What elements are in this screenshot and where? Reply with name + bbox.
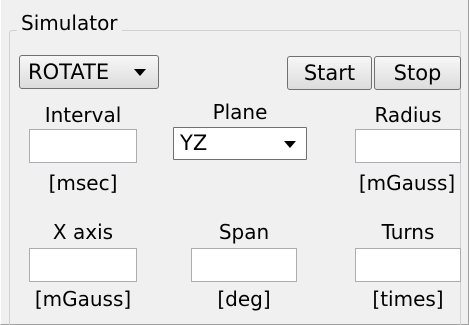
plane-select-value: YZ (180, 131, 208, 155)
x-axis-input[interactable] (29, 248, 137, 282)
plane-select[interactable]: YZ (173, 127, 307, 160)
start-button[interactable]: Start (287, 56, 372, 90)
chevron-down-icon (134, 69, 146, 76)
turns-unit: [times] (372, 287, 444, 311)
span-label: Span (218, 220, 270, 244)
radius-input[interactable] (355, 129, 461, 163)
interval-unit: [msec] (48, 171, 118, 195)
plane-label: Plane (212, 100, 268, 124)
turns-input[interactable] (355, 248, 461, 282)
stop-button[interactable]: Stop (374, 56, 461, 90)
radius-label: Radius (374, 103, 442, 127)
interval-label: Interval (44, 103, 122, 127)
x-axis-unit: [mGauss] (34, 287, 132, 311)
span-unit: [deg] (217, 287, 271, 311)
radius-unit: [mGauss] (358, 171, 456, 195)
mode-select[interactable]: ROTATE (19, 55, 159, 89)
interval-input[interactable] (29, 129, 137, 163)
turns-label: Turns (381, 220, 435, 244)
span-input[interactable] (191, 248, 297, 282)
mode-select-value: ROTATE (28, 60, 110, 84)
chevron-down-icon (284, 140, 296, 148)
x-axis-label: X axis (52, 220, 114, 244)
simulator-panel: Simulator ROTATE Start Stop Interval [ms… (0, 0, 469, 325)
group-title: Simulator (17, 12, 122, 34)
